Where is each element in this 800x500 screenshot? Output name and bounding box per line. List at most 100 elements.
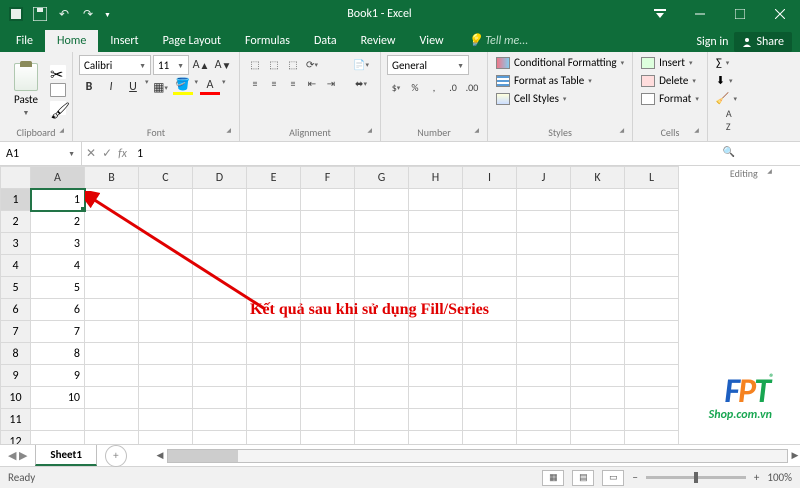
cell-L6[interactable] (625, 299, 679, 321)
cell-C9[interactable] (139, 365, 193, 387)
cell-G11[interactable] (355, 409, 409, 431)
cell-G7[interactable] (355, 321, 409, 343)
cell-J3[interactable] (517, 233, 571, 255)
col-header-H[interactable]: H (409, 167, 463, 189)
name-box[interactable]: A1▼ (0, 142, 82, 165)
tab-home[interactable]: Home (45, 30, 98, 52)
row-header-10[interactable]: 10 (1, 387, 31, 409)
sort-filter-icon[interactable]: AZ (716, 106, 742, 134)
currency-icon[interactable]: $▾ (387, 78, 405, 96)
cell-H12[interactable] (409, 431, 463, 445)
cell-B9[interactable] (85, 365, 139, 387)
cell-I12[interactable] (463, 431, 517, 445)
minimize-button[interactable] (680, 0, 720, 28)
cell-E8[interactable] (247, 343, 301, 365)
cell-E4[interactable] (247, 255, 301, 277)
cell-E9[interactable] (247, 365, 301, 387)
cell-I2[interactable] (463, 211, 517, 233)
cell-G1[interactable] (355, 189, 409, 211)
wrap-text-button[interactable]: 📄▾ (348, 55, 374, 73)
cell-I5[interactable] (463, 277, 517, 299)
cell-D6[interactable] (193, 299, 247, 321)
cell-I8[interactable] (463, 343, 517, 365)
cell-D11[interactable] (193, 409, 247, 431)
cell-E11[interactable] (247, 409, 301, 431)
cell-H9[interactable] (409, 365, 463, 387)
undo-icon[interactable]: ↶ (56, 6, 72, 22)
font-size-selector[interactable]: 11▼ (153, 55, 189, 75)
cell-C1[interactable] (139, 189, 193, 211)
cell-A1[interactable]: 1 (31, 189, 85, 211)
cell-K8[interactable] (571, 343, 625, 365)
cell-G12[interactable] (355, 431, 409, 445)
tab-insert[interactable]: Insert (98, 30, 150, 52)
col-header-K[interactable]: K (571, 167, 625, 189)
row-header-9[interactable]: 9 (1, 365, 31, 387)
cell-L11[interactable] (625, 409, 679, 431)
row-header-6[interactable]: 6 (1, 299, 31, 321)
cell-L10[interactable] (625, 387, 679, 409)
cell-J5[interactable] (517, 277, 571, 299)
cell-C3[interactable] (139, 233, 193, 255)
cell-F10[interactable] (301, 387, 355, 409)
cell-D4[interactable] (193, 255, 247, 277)
cell-J7[interactable] (517, 321, 571, 343)
tab-data[interactable]: Data (302, 30, 349, 52)
italic-button[interactable]: I (101, 77, 121, 97)
zoom-out-icon[interactable]: − (632, 471, 637, 484)
row-header-4[interactable]: 4 (1, 255, 31, 277)
decrease-indent-icon[interactable]: ⇤ (303, 74, 321, 92)
cell-B8[interactable] (85, 343, 139, 365)
cell-H5[interactable] (409, 277, 463, 299)
cell-A8[interactable]: 8 (31, 343, 85, 365)
cell-J1[interactable] (517, 189, 571, 211)
cell-B2[interactable] (85, 211, 139, 233)
cell-I10[interactable] (463, 387, 517, 409)
cell-H8[interactable] (409, 343, 463, 365)
cell-E6[interactable] (247, 299, 301, 321)
cell-H6[interactable] (409, 299, 463, 321)
cell-L9[interactable] (625, 365, 679, 387)
cell-D8[interactable] (193, 343, 247, 365)
cell-D5[interactable] (193, 277, 247, 299)
cut-icon[interactable]: ✂ (50, 65, 66, 79)
cell-I4[interactable] (463, 255, 517, 277)
increase-indent-icon[interactable]: ⇥ (322, 74, 340, 92)
maximize-button[interactable] (720, 0, 760, 28)
cell-C2[interactable] (139, 211, 193, 233)
cell-F9[interactable] (301, 365, 355, 387)
cell-K6[interactable] (571, 299, 625, 321)
insert-cells-button[interactable]: Insert ▾ (639, 55, 701, 70)
cell-A10[interactable]: 10 (31, 387, 85, 409)
cell-B12[interactable] (85, 431, 139, 445)
cell-G2[interactable] (355, 211, 409, 233)
cell-G6[interactable] (355, 299, 409, 321)
col-header-E[interactable]: E (247, 167, 301, 189)
cell-J11[interactable] (517, 409, 571, 431)
cell-H7[interactable] (409, 321, 463, 343)
format-cells-button[interactable]: Format ▾ (639, 91, 701, 106)
cell-styles-button[interactable]: Cell Styles ▾ (494, 91, 626, 106)
tab-page-layout[interactable]: Page Layout (151, 30, 233, 52)
cell-E7[interactable] (247, 321, 301, 343)
page-break-view-icon[interactable]: ▭ (602, 470, 624, 486)
cell-H10[interactable] (409, 387, 463, 409)
cell-C6[interactable] (139, 299, 193, 321)
cell-B10[interactable] (85, 387, 139, 409)
increase-decimal-icon[interactable]: .0 (444, 78, 462, 96)
enter-formula-icon[interactable]: ✓ (102, 146, 112, 161)
font-color-dropdown[interactable]: ▾ (222, 77, 226, 97)
save-icon[interactable] (32, 6, 48, 22)
autosum-button[interactable]: ∑ ▾ (714, 55, 774, 70)
row-header-5[interactable]: 5 (1, 277, 31, 299)
horizontal-scrollbar[interactable]: ◀▶ (167, 449, 788, 463)
font-color-button[interactable]: A (200, 77, 220, 95)
cell-I3[interactable] (463, 233, 517, 255)
zoom-in-icon[interactable]: + (754, 471, 759, 484)
cell-E1[interactable] (247, 189, 301, 211)
cell-K11[interactable] (571, 409, 625, 431)
zoom-slider[interactable] (646, 476, 746, 479)
cell-D2[interactable] (193, 211, 247, 233)
cell-L5[interactable] (625, 277, 679, 299)
row-header-12[interactable]: 12 (1, 431, 31, 445)
